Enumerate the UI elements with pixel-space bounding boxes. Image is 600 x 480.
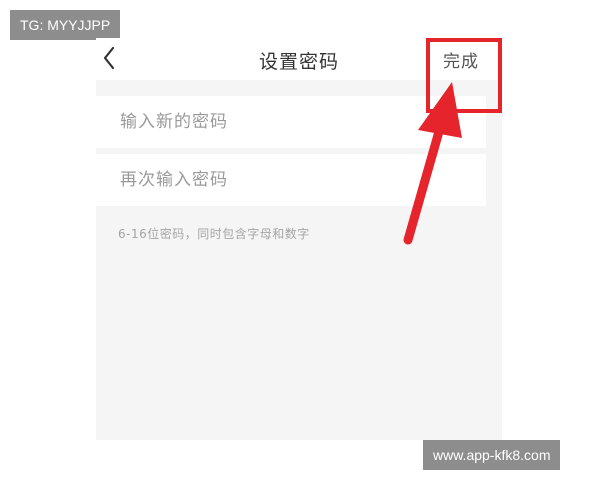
password-hint: 6-16位密码，同时包含字母和数字 (118, 227, 310, 241)
phone-screen: 设置密码 完成 6-16位密码，同时包含字母和数字 (96, 38, 502, 440)
watermark-bottom-right: www.app-kfk8.com (423, 440, 561, 470)
new-password-input[interactable] (96, 96, 486, 148)
confirm-password-row (96, 154, 486, 206)
confirm-password-input[interactable] (96, 154, 486, 206)
navigation-bar: 设置密码 完成 (96, 38, 502, 80)
page-title: 设置密码 (258, 51, 339, 73)
new-password-row (96, 96, 486, 148)
watermark-top-left: TG: MYYJJPP (10, 10, 121, 40)
done-button[interactable]: 完成 (443, 47, 479, 72)
